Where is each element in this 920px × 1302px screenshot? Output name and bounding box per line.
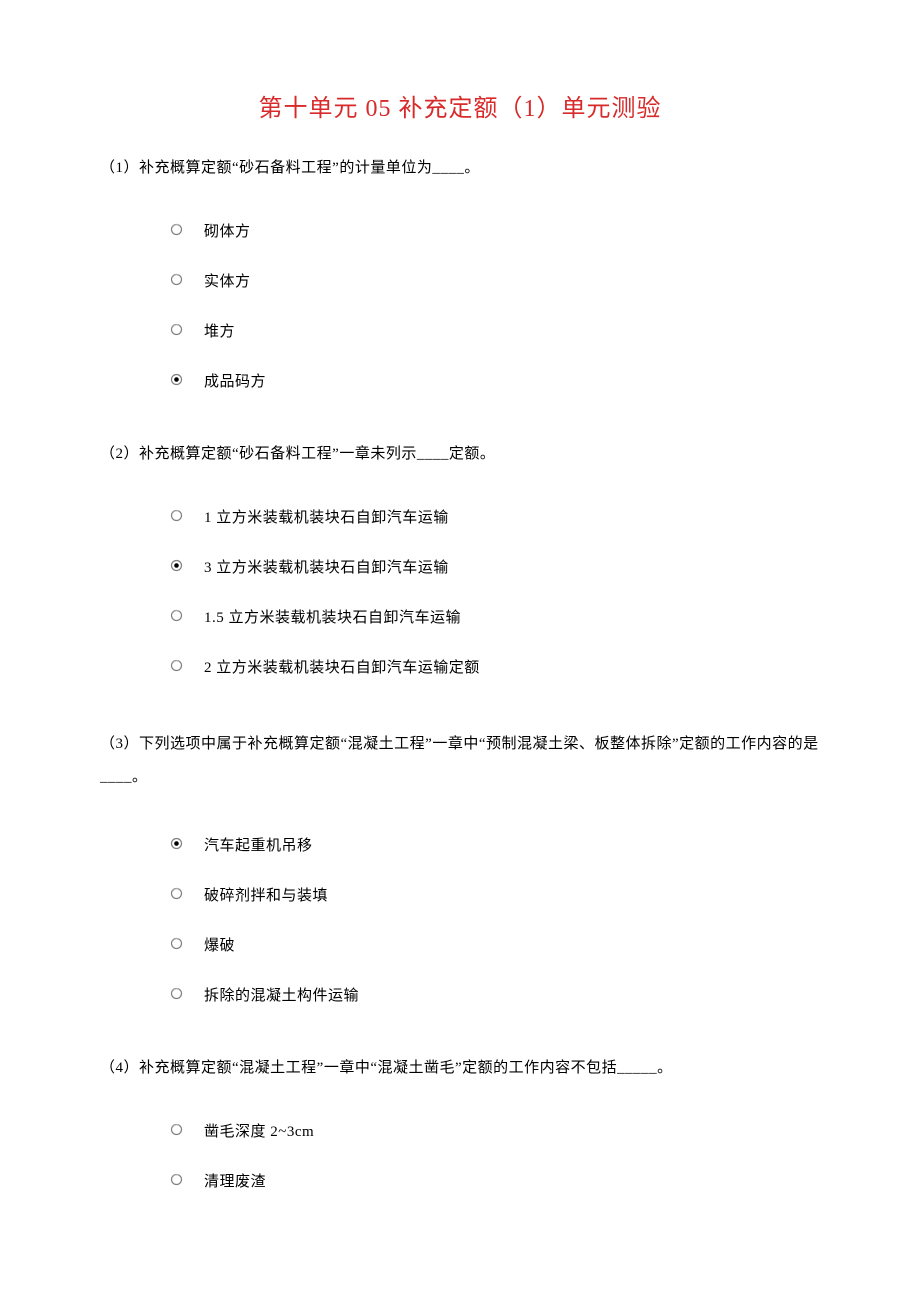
option-row[interactable]: 堆方: [170, 320, 820, 344]
option-row[interactable]: 砌体方: [170, 220, 820, 244]
option-row[interactable]: 3 立方米装载机装块石自卸汽车运输: [170, 556, 820, 580]
option-row[interactable]: 1.5 立方米装载机装块石自卸汽车运输: [170, 606, 820, 630]
radio-unselected-icon[interactable]: [170, 1173, 183, 1186]
radio-selected-icon[interactable]: [170, 837, 183, 850]
radio-unselected-icon[interactable]: [170, 273, 183, 286]
page-title: 第十单元 05 补充定额（1）单元测验: [100, 90, 820, 128]
option-label: 3 立方米装载机装块石自卸汽车运输: [204, 556, 449, 580]
radio-unselected-icon[interactable]: [170, 509, 183, 522]
question-2-text: （2）补充概算定额“砂石备料工程”一章未列示____定额。: [100, 442, 820, 466]
question-4: （4）补充概算定额“混凝土工程”一章中“混凝土凿毛”定额的工作内容不包括____…: [100, 1056, 820, 1194]
radio-unselected-icon[interactable]: [170, 1123, 183, 1136]
option-row[interactable]: 汽车起重机吊移: [170, 834, 820, 858]
radio-selected-icon[interactable]: [170, 373, 183, 386]
option-label: 凿毛深度 2~3cm: [204, 1120, 314, 1144]
option-row[interactable]: 2 立方米装载机装块石自卸汽车运输定额: [170, 656, 820, 680]
question-4-text: （4）补充概算定额“混凝土工程”一章中“混凝土凿毛”定额的工作内容不包括____…: [100, 1056, 820, 1080]
option-label: 清理废渣: [204, 1170, 266, 1194]
option-label: 实体方: [204, 270, 251, 294]
option-label: 成品码方: [204, 370, 266, 394]
option-label: 2 立方米装载机装块石自卸汽车运输定额: [204, 656, 480, 680]
question-3-options: 汽车起重机吊移 破碎剂拌和与装填 爆破 拆除的混凝土构件运输: [170, 834, 820, 1008]
question-1: （1）补充概算定额“砂石备料工程”的计量单位为____。 砌体方 实体方 堆方 …: [100, 156, 820, 394]
option-row[interactable]: 凿毛深度 2~3cm: [170, 1120, 820, 1144]
option-row[interactable]: 爆破: [170, 934, 820, 958]
question-2-options: 1 立方米装载机装块石自卸汽车运输 3 立方米装载机装块石自卸汽车运输 1.5 …: [170, 506, 820, 680]
option-row[interactable]: 破碎剂拌和与装填: [170, 884, 820, 908]
option-row[interactable]: 清理废渣: [170, 1170, 820, 1194]
radio-unselected-icon[interactable]: [170, 609, 183, 622]
radio-unselected-icon[interactable]: [170, 323, 183, 336]
option-row[interactable]: 1 立方米装载机装块石自卸汽车运输: [170, 506, 820, 530]
radio-unselected-icon[interactable]: [170, 937, 183, 950]
option-label: 汽车起重机吊移: [204, 834, 313, 858]
question-1-text: （1）补充概算定额“砂石备料工程”的计量单位为____。: [100, 156, 820, 180]
option-label: 砌体方: [204, 220, 251, 244]
question-1-options: 砌体方 实体方 堆方 成品码方: [170, 220, 820, 394]
option-row[interactable]: 实体方: [170, 270, 820, 294]
option-label: 拆除的混凝土构件运输: [204, 984, 359, 1008]
question-4-options: 凿毛深度 2~3cm 清理废渣: [170, 1120, 820, 1194]
option-row[interactable]: 拆除的混凝土构件运输: [170, 984, 820, 1008]
option-label: 破碎剂拌和与装填: [204, 884, 328, 908]
option-label: 1 立方米装载机装块石自卸汽车运输: [204, 506, 449, 530]
question-3: （3）下列选项中属于补充概算定额“混凝土工程”一章中“预制混凝土梁、板整体拆除”…: [100, 728, 820, 1008]
radio-unselected-icon[interactable]: [170, 659, 183, 672]
option-label: 1.5 立方米装载机装块石自卸汽车运输: [204, 606, 461, 630]
radio-unselected-icon[interactable]: [170, 887, 183, 900]
option-row[interactable]: 成品码方: [170, 370, 820, 394]
question-2: （2）补充概算定额“砂石备料工程”一章未列示____定额。 1 立方米装载机装块…: [100, 442, 820, 680]
question-3-text: （3）下列选项中属于补充概算定额“混凝土工程”一章中“预制混凝土梁、板整体拆除”…: [100, 728, 820, 794]
radio-selected-icon[interactable]: [170, 559, 183, 572]
option-label: 爆破: [204, 934, 235, 958]
option-label: 堆方: [204, 320, 235, 344]
radio-unselected-icon[interactable]: [170, 987, 183, 1000]
radio-unselected-icon[interactable]: [170, 223, 183, 236]
